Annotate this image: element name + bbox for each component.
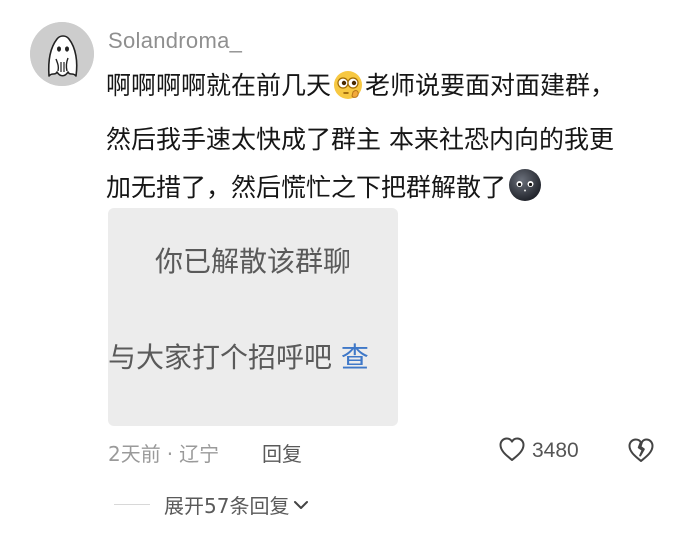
comment-line-1-part-b: 老师说要面对面建群， <box>365 71 616 100</box>
reply-button[interactable]: 回复 <box>262 438 302 467</box>
heart-outline-icon <box>498 436 526 466</box>
like-button[interactable]: 3480 <box>498 436 579 466</box>
broken-heart-icon <box>626 438 656 468</box>
peeking-eyes-emoji-icon <box>333 68 363 116</box>
image-text-greeting-main: 与大家打个招呼吧 <box>108 341 333 374</box>
comment-image[interactable]: 你已解散该群聊 与大家打个招呼吧 查 <box>108 208 398 426</box>
image-text-greeting: 与大家打个招呼吧 查 <box>108 336 369 376</box>
avatar[interactable] <box>30 22 94 86</box>
like-count: 3480 <box>532 439 579 462</box>
username[interactable]: Solandroma_ <box>108 28 242 54</box>
comment-body: 啊啊啊啊就在前几天 老师说要面对面建群， 然后我手速太快成了群主 本来社恐内向的… <box>106 62 666 218</box>
image-text-dissolved: 你已解散该群聊 <box>154 245 351 278</box>
comment-line-3-text: 加无措了，然后慌忙之下把群解散了 <box>106 173 507 202</box>
dislike-button[interactable] <box>626 436 658 466</box>
expand-divider-line <box>114 504 150 505</box>
comment-time: 2天前 <box>108 442 161 466</box>
black-face-emoji-icon <box>508 168 542 218</box>
comment-line-2: 然后我手速太快成了群主 本来社恐内向的我更 <box>106 125 614 154</box>
chevron-down-icon <box>293 496 309 515</box>
comment-location: 辽宁 <box>179 442 220 466</box>
comment-line-1: 啊啊啊啊就在前几天 老师说要面对面建群， <box>106 62 666 116</box>
expand-replies-label: 展开57条回复 <box>164 494 290 518</box>
comment-meta: 2天前 · 辽宁 <box>108 438 219 467</box>
expand-replies-button[interactable]: 展开57条回复 <box>114 490 309 519</box>
ghost-avatar-icon <box>30 22 94 86</box>
comment-line-1-part-a: 啊啊啊啊就在前几天 <box>106 71 332 100</box>
image-text-link: 查 <box>340 341 369 374</box>
meta-separator: · <box>166 442 174 466</box>
comment-page: Solandroma_ 啊啊啊啊就在前几天 老师说要面对面建群， 然后我手速太快… <box>0 0 690 534</box>
